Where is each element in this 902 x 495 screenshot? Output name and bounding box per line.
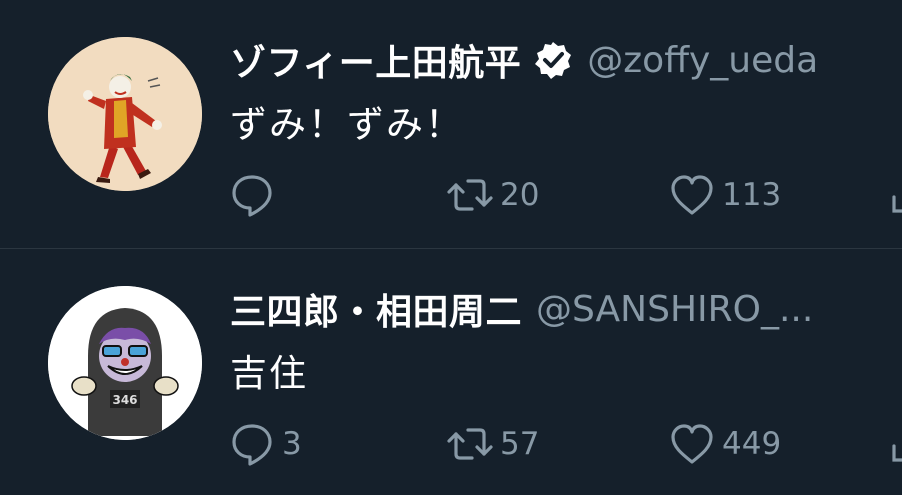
like-button[interactable]: 449 xyxy=(668,419,781,469)
tweet-text: ずみ！ずみ！ xyxy=(230,103,464,146)
retweet-button[interactable]: 20 xyxy=(446,170,539,220)
tweet-header: ゾフィー上田航平 @zoffy_ueda xyxy=(230,32,902,88)
retweet-count: 20 xyxy=(500,177,540,213)
joker-dancing-avatar[interactable] xyxy=(48,37,202,191)
share-button[interactable] xyxy=(886,170,902,220)
heart-icon xyxy=(671,175,713,215)
share-icon xyxy=(892,444,902,462)
display-name[interactable]: ゾフィー上田航平 xyxy=(230,34,521,86)
retweet-count: 57 xyxy=(500,426,540,462)
tweet-actions: 20 113 xyxy=(228,170,902,220)
svg-text:346: 346 xyxy=(112,393,137,407)
retweet-icon xyxy=(447,428,493,460)
like-button[interactable]: 113 xyxy=(668,170,781,220)
tweet-item[interactable]: ゾフィー上田航平 @zoffy_ueda ずみ！ずみ！ 20 113 xyxy=(0,0,902,248)
reply-icon xyxy=(232,175,272,217)
user-handle[interactable]: @zoffy_ueda xyxy=(587,40,818,81)
verified-badge-icon xyxy=(535,42,572,79)
tweet-header: 三四郎・相田周二 @SANSHIRO_... xyxy=(230,281,902,337)
reply-button[interactable] xyxy=(228,170,282,220)
hooded-character-avatar[interactable]: 346 xyxy=(48,286,202,440)
reply-button[interactable]: 3 xyxy=(228,419,302,469)
like-count: 449 xyxy=(722,426,782,462)
retweet-icon xyxy=(447,179,493,211)
share-icon xyxy=(892,195,902,213)
reply-count: 3 xyxy=(282,426,302,462)
tweet-actions: 3 57 449 xyxy=(228,419,902,469)
tweet-feed: ゾフィー上田航平 @zoffy_ueda ずみ！ずみ！ 20 113 346 三… xyxy=(0,0,902,495)
tweet-item[interactable]: 346 三四郎・相田周二 @SANSHIRO_... 吉住 3 57 449 xyxy=(0,249,902,495)
retweet-button[interactable]: 57 xyxy=(446,419,539,469)
share-button[interactable] xyxy=(886,419,902,469)
reply-icon xyxy=(232,424,272,466)
tweet-text: 吉住 xyxy=(230,352,308,395)
like-count: 113 xyxy=(722,177,782,213)
heart-icon xyxy=(671,424,713,464)
display-name[interactable]: 三四郎・相田周二 xyxy=(230,283,522,335)
user-handle[interactable]: @SANSHIRO_... xyxy=(536,289,813,330)
